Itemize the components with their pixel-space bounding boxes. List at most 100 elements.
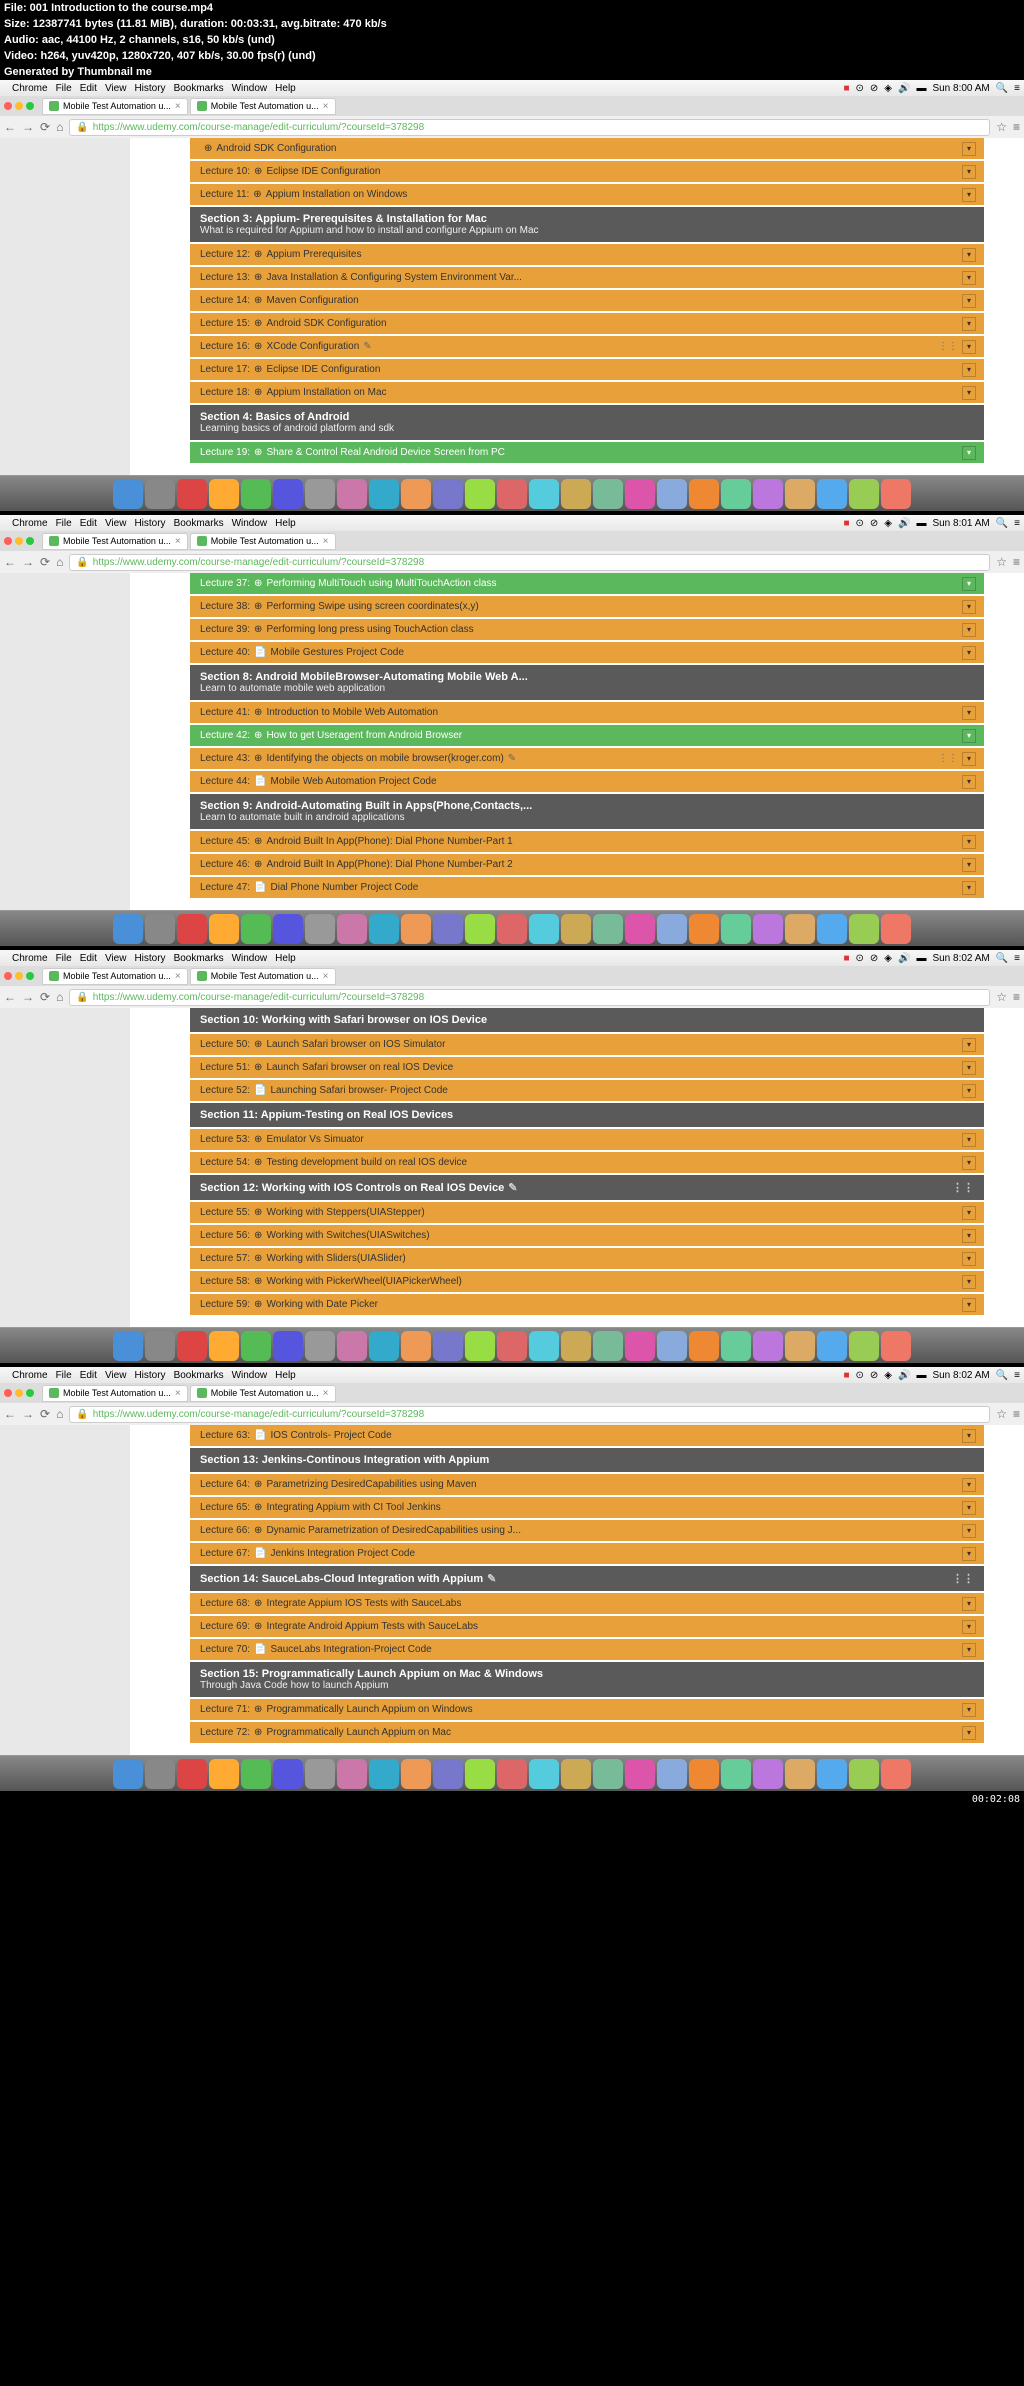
home-button[interactable]: ⌂ bbox=[56, 990, 63, 1004]
star-icon[interactable]: ☆ bbox=[996, 120, 1007, 134]
menu-item[interactable]: File bbox=[56, 518, 72, 529]
lecture-item[interactable]: Lecture 67: 📄 Jenkins Integration Projec… bbox=[190, 1543, 984, 1564]
spotlight-icon[interactable]: 🔍 bbox=[996, 83, 1008, 94]
reload-button[interactable]: ⟳ bbox=[40, 1407, 50, 1421]
forward-button[interactable]: → bbox=[22, 120, 34, 134]
dock-app-icon[interactable] bbox=[689, 479, 719, 509]
home-button[interactable]: ⌂ bbox=[56, 1407, 63, 1421]
menu-item[interactable]: Edit bbox=[80, 518, 97, 529]
dock-app-icon[interactable] bbox=[273, 914, 303, 944]
section-header[interactable]: Section 15: Programmatically Launch Appi… bbox=[190, 1662, 984, 1697]
browser-tab[interactable]: Mobile Test Automation u...× bbox=[42, 98, 188, 115]
dock-app-icon[interactable] bbox=[305, 914, 335, 944]
expand-icon[interactable]: ▾ bbox=[962, 1133, 976, 1147]
dock-app-icon[interactable] bbox=[337, 1759, 367, 1789]
dock-app-icon[interactable] bbox=[113, 479, 143, 509]
dock-app-icon[interactable] bbox=[529, 479, 559, 509]
dock-app-icon[interactable] bbox=[785, 1759, 815, 1789]
menu-item[interactable]: History bbox=[134, 953, 165, 964]
lecture-item[interactable]: Lecture 10: ⊕ Eclipse IDE Configuration … bbox=[190, 161, 984, 182]
dock-app-icon[interactable] bbox=[209, 914, 239, 944]
lecture-item[interactable]: Lecture 40: 📄 Mobile Gestures Project Co… bbox=[190, 642, 984, 663]
menu-item[interactable]: View bbox=[105, 953, 127, 964]
expand-icon[interactable]: ▾ bbox=[962, 1478, 976, 1492]
lecture-item[interactable]: Lecture 72: ⊕ Programmatically Launch Ap… bbox=[190, 1722, 984, 1743]
dock-app-icon[interactable] bbox=[305, 1759, 335, 1789]
tab-close-icon[interactable]: × bbox=[175, 971, 181, 982]
dock-app-icon[interactable] bbox=[497, 479, 527, 509]
expand-icon[interactable]: ▾ bbox=[962, 1298, 976, 1312]
expand-icon[interactable]: ▾ bbox=[962, 1429, 976, 1443]
dock-app-icon[interactable] bbox=[497, 1331, 527, 1361]
lecture-item[interactable]: Lecture 59: ⊕ Working with Date Picker ▾ bbox=[190, 1294, 984, 1315]
menu-item[interactable]: Edit bbox=[80, 953, 97, 964]
dock-app-icon[interactable] bbox=[817, 914, 847, 944]
home-button[interactable]: ⌂ bbox=[56, 120, 63, 134]
dock-app-icon[interactable] bbox=[753, 914, 783, 944]
menu-item[interactable]: Chrome bbox=[12, 83, 48, 94]
dock-app-icon[interactable] bbox=[209, 1331, 239, 1361]
dock-app-icon[interactable] bbox=[273, 479, 303, 509]
menu-item[interactable]: History bbox=[134, 1370, 165, 1381]
url-input[interactable]: 🔒 https://www.udemy.com/course-manage/ed… bbox=[69, 1406, 990, 1423]
dock-app-icon[interactable] bbox=[177, 914, 207, 944]
menu-item[interactable]: Edit bbox=[80, 1370, 97, 1381]
section-header[interactable]: Section 13: Jenkins-Continous Integratio… bbox=[190, 1448, 984, 1472]
expand-icon[interactable]: ▾ bbox=[962, 1275, 976, 1289]
dock-app-icon[interactable] bbox=[593, 1331, 623, 1361]
menu-item[interactable]: View bbox=[105, 83, 127, 94]
dock-app-icon[interactable] bbox=[753, 479, 783, 509]
lecture-item[interactable]: Lecture 14: ⊕ Maven Configuration ▾ bbox=[190, 290, 984, 311]
dock-app-icon[interactable] bbox=[849, 479, 879, 509]
dock-app-icon[interactable] bbox=[465, 914, 495, 944]
lecture-item[interactable]: Lecture 63: 📄 IOS Controls- Project Code… bbox=[190, 1425, 984, 1446]
expand-icon[interactable]: ▾ bbox=[962, 317, 976, 331]
lecture-item[interactable]: Lecture 64: ⊕ Parametrizing DesiredCapab… bbox=[190, 1474, 984, 1495]
maximize-button[interactable] bbox=[26, 537, 34, 545]
forward-button[interactable]: → bbox=[22, 1407, 34, 1421]
browser-tab[interactable]: Mobile Test Automation u...× bbox=[190, 1385, 336, 1402]
dock-app-icon[interactable] bbox=[785, 479, 815, 509]
dock-app-icon[interactable] bbox=[561, 479, 591, 509]
spotlight-icon[interactable]: 🔍 bbox=[996, 953, 1008, 964]
expand-icon[interactable]: ▾ bbox=[962, 165, 976, 179]
dock-app-icon[interactable] bbox=[849, 1331, 879, 1361]
forward-button[interactable]: → bbox=[22, 555, 34, 569]
dock-app-icon[interactable] bbox=[145, 1331, 175, 1361]
section-header[interactable]: Section 4: Basics of Android Learning ba… bbox=[190, 405, 984, 440]
dock-app-icon[interactable] bbox=[177, 479, 207, 509]
menu-item[interactable]: File bbox=[56, 953, 72, 964]
expand-icon[interactable]: ▾ bbox=[962, 1252, 976, 1266]
expand-icon[interactable]: ▾ bbox=[962, 646, 976, 660]
expand-icon[interactable]: ▾ bbox=[962, 858, 976, 872]
expand-icon[interactable]: ▾ bbox=[962, 1703, 976, 1717]
maximize-button[interactable] bbox=[26, 102, 34, 110]
dock-app-icon[interactable] bbox=[881, 914, 911, 944]
dock-app-icon[interactable] bbox=[465, 1331, 495, 1361]
expand-icon[interactable]: ▾ bbox=[962, 271, 976, 285]
dock-app-icon[interactable] bbox=[529, 1331, 559, 1361]
browser-tab[interactable]: Mobile Test Automation u...× bbox=[190, 968, 336, 985]
expand-icon[interactable]: ▾ bbox=[962, 752, 976, 766]
dock-app-icon[interactable] bbox=[273, 1759, 303, 1789]
dock-app-icon[interactable] bbox=[497, 1759, 527, 1789]
lecture-item[interactable]: Lecture 13: ⊕ Java Installation & Config… bbox=[190, 267, 984, 288]
star-icon[interactable]: ☆ bbox=[996, 555, 1007, 569]
reload-button[interactable]: ⟳ bbox=[40, 555, 50, 569]
lecture-item[interactable]: Lecture 68: ⊕ Integrate Appium IOS Tests… bbox=[190, 1593, 984, 1614]
menu-item[interactable]: File bbox=[56, 1370, 72, 1381]
dock-app-icon[interactable] bbox=[625, 1331, 655, 1361]
dock-app-icon[interactable] bbox=[241, 1759, 271, 1789]
lecture-item[interactable]: Lecture 16: ⊕ XCode Configuration✎ ⋮⋮ ▾ bbox=[190, 336, 984, 357]
menu-item[interactable]: Help bbox=[275, 953, 296, 964]
menu-icon[interactable]: ≡ bbox=[1014, 1370, 1020, 1381]
dock-app-icon[interactable] bbox=[881, 1331, 911, 1361]
expand-icon[interactable]: ▾ bbox=[962, 775, 976, 789]
grip-icon[interactable]: ⋮⋮ bbox=[938, 753, 958, 764]
expand-icon[interactable]: ▾ bbox=[962, 1547, 976, 1561]
tab-close-icon[interactable]: × bbox=[175, 101, 181, 112]
dock-app-icon[interactable] bbox=[337, 479, 367, 509]
edit-icon[interactable]: ✎ bbox=[508, 1182, 517, 1194]
close-button[interactable] bbox=[4, 102, 12, 110]
lecture-item[interactable]: Lecture 69: ⊕ Integrate Android Appium T… bbox=[190, 1616, 984, 1637]
